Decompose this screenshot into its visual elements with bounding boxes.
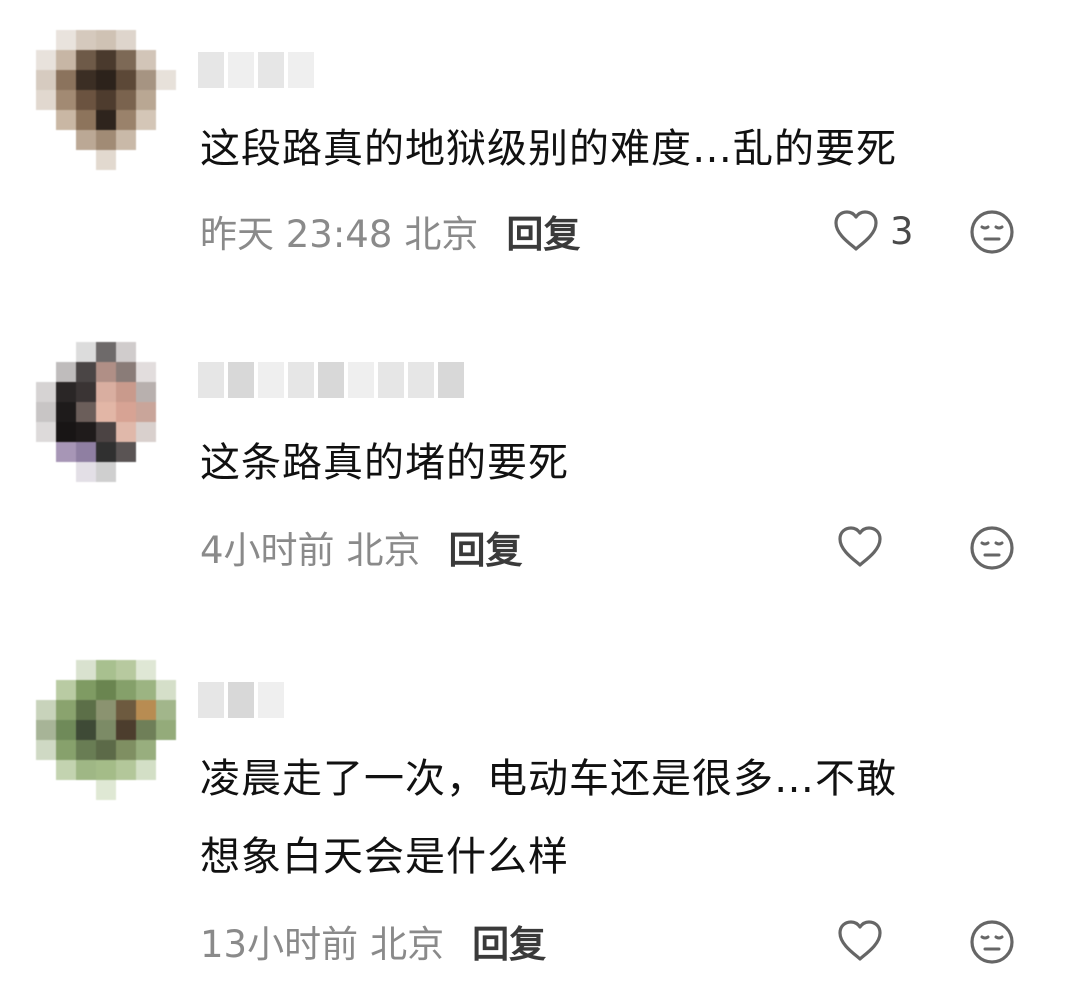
like-button[interactable] [836,918,914,964]
neutral-face-icon[interactable] [968,208,1016,256]
like-count: 3 [890,209,914,253]
comment-time: 昨天 23:48 [200,213,393,256]
username-blurred[interactable] [198,52,314,88]
comment-location: 北京 [370,923,445,966]
neutral-face-icon[interactable] [968,918,1016,966]
like-button[interactable] [836,524,914,570]
comment-text-line2: 想象白天会是什么样 [200,834,569,880]
reply-button[interactable]: 回复 [472,914,546,968]
avatar[interactable] [36,30,176,170]
reply-button[interactable]: 回复 [506,204,580,258]
comment-location: 北京 [346,529,421,572]
comment-item: 这段路真的地狱级别的难度…乱的要死 昨天 23:48 北京 回复 3 [0,0,1080,300]
like-button[interactable]: 3 [832,208,914,254]
username-blurred[interactable] [198,682,284,718]
comment-meta: 昨天 23:48 北京 回复 [200,208,580,256]
comment-meta: 4小时前 北京 回复 [200,524,523,572]
heart-outline-icon [836,918,884,964]
comment-time: 4小时前 [200,529,335,572]
comment-text: 这条路真的堵的要死 [200,440,569,486]
comment-meta: 13小时前 北京 回复 [200,918,546,966]
heart-outline-icon [832,208,880,254]
comment-item: 这条路真的堵的要死 4小时前 北京 回复 [0,300,1080,630]
neutral-face-icon[interactable] [968,524,1016,572]
comment-text: 这段路真的地狱级别的难度…乱的要死 [200,126,897,172]
avatar[interactable] [36,660,176,800]
comment-time: 13小时前 [200,923,359,966]
comment-location: 北京 [404,213,479,256]
heart-outline-icon [836,524,884,570]
comment-item: 凌晨走了一次，电动车还是很多…不敢 想象白天会是什么样 13小时前 北京 回复 [0,630,1080,1004]
reply-button[interactable]: 回复 [449,520,523,574]
comment-text-line1: 凌晨走了一次，电动车还是很多…不敢 [200,756,897,802]
avatar[interactable] [36,342,176,482]
username-blurred[interactable] [198,362,464,398]
